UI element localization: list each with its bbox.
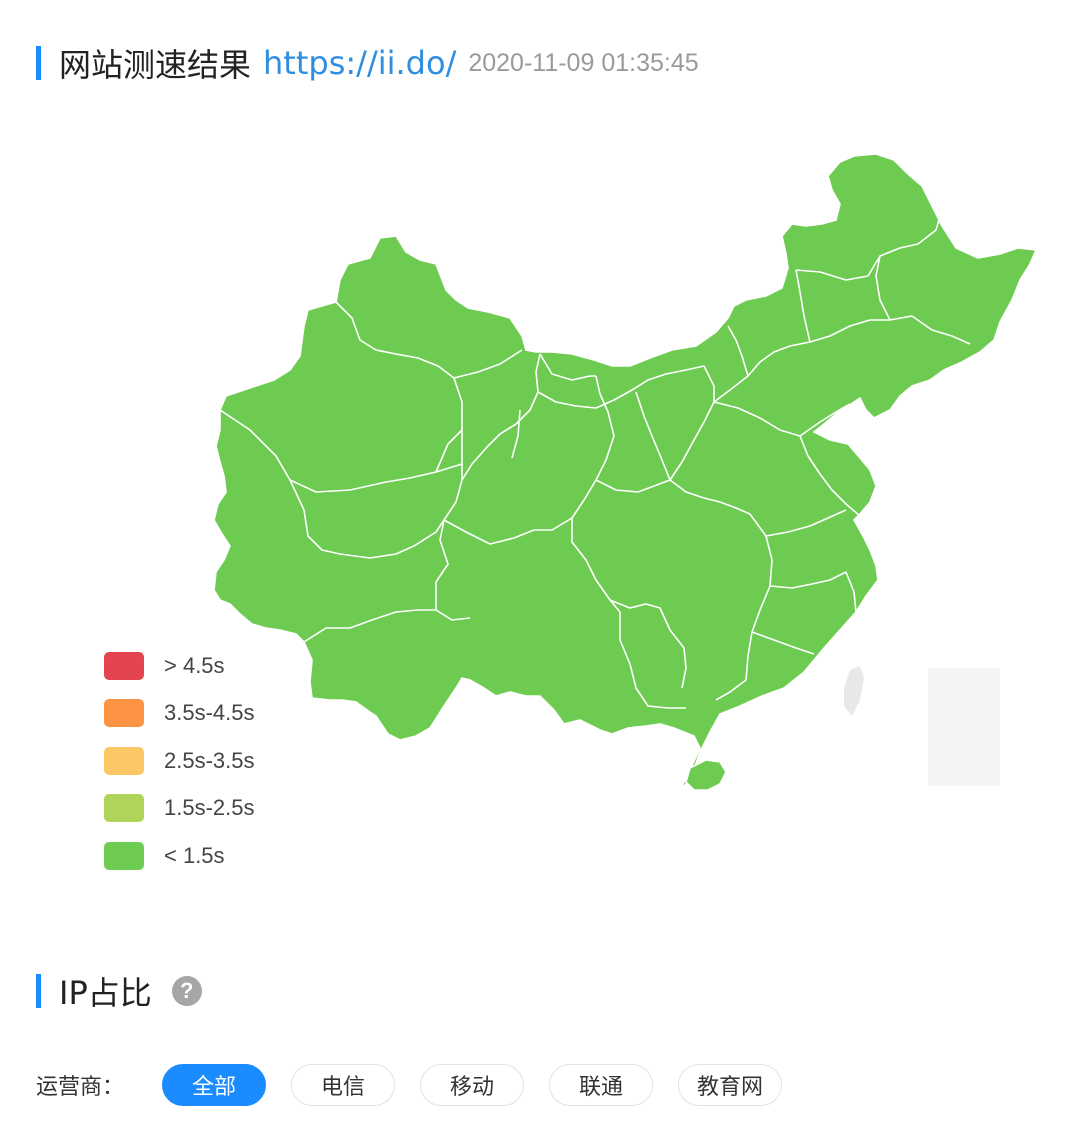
test-timestamp: 2020-11-09 01:35:45 (468, 48, 699, 77)
legend-item: 2.5s-3.5s (104, 737, 255, 785)
map-overlay-patch (928, 668, 1000, 786)
legend-label: < 1.5s (164, 842, 225, 868)
china-speed-map (200, 140, 1060, 800)
legend-swatch (104, 841, 144, 870)
page-header: 网站测速结果 https://ii.do/ 2020-11-09 01:35:4… (36, 40, 699, 86)
header-accent-bar (36, 46, 41, 80)
map-mainland (213, 153, 1038, 791)
speed-legend: > 4.5s 3.5s-4.5s 2.5s-3.5s 1.5s-2.5s < 1… (104, 642, 255, 880)
legend-swatch (104, 651, 144, 680)
carrier-option-all[interactable]: 全部 (162, 1064, 267, 1106)
legend-swatch (104, 794, 144, 823)
legend-label: 2.5s-3.5s (164, 747, 255, 773)
carrier-option-mobile[interactable]: 移动 (420, 1064, 525, 1106)
legend-label: 3.5s-4.5s (164, 700, 255, 726)
legend-swatch (104, 699, 144, 728)
carrier-option-telecom[interactable]: 电信 (291, 1064, 396, 1106)
map-island-taiwan (844, 666, 864, 716)
page-title: 网站测速结果 (59, 46, 252, 84)
question-circle-icon[interactable]: ? (171, 976, 202, 1006)
ip-section-title: IP占比 (59, 974, 152, 1012)
legend-item: 3.5s-4.5s (104, 690, 255, 738)
legend-item: > 4.5s (104, 642, 255, 690)
map-svg (213, 153, 1038, 791)
ip-accent-bar (36, 974, 41, 1008)
ip-section-header: IP占比 ? (36, 968, 202, 1014)
carrier-filter: 运营商： 全部 电信 移动 联通 教育网 (36, 1064, 807, 1106)
carrier-filter-label: 运营商： (36, 1075, 125, 1100)
carrier-option-unicom[interactable]: 联通 (549, 1064, 654, 1106)
legend-item: 1.5s-2.5s (104, 785, 255, 833)
tested-url-link[interactable]: https://ii.do/ (263, 44, 456, 82)
legend-label: 1.5s-2.5s (164, 795, 255, 821)
legend-item: < 1.5s (104, 832, 255, 880)
carrier-option-education[interactable]: 教育网 (678, 1064, 783, 1106)
legend-swatch (104, 746, 144, 775)
legend-label: > 4.5s (164, 652, 225, 678)
